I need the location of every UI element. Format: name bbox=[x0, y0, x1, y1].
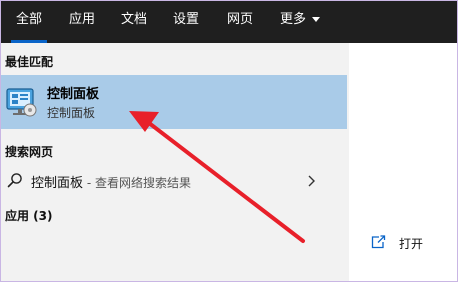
best-match-item[interactable]: 控制面板 控制面板 bbox=[1, 75, 347, 129]
tab-apps[interactable]: 应用 bbox=[57, 1, 107, 43]
tab-settings[interactable]: 设置 bbox=[161, 1, 211, 43]
web-search-separator: - bbox=[83, 176, 95, 190]
results-list: 最佳匹配 控制面板 控制面板 搜索网页 控制面板 - 查看网络搜索结果 应用 (… bbox=[1, 43, 347, 281]
tab-apps-label: 应用 bbox=[68, 12, 95, 27]
preview-panel: 打开 bbox=[349, 43, 457, 281]
web-search-result[interactable]: 控制面板 - 查看网络搜索结果 bbox=[1, 167, 347, 195]
search-icon bbox=[7, 173, 22, 188]
tab-documents[interactable]: 文档 bbox=[109, 1, 159, 43]
tab-all[interactable]: 全部 bbox=[5, 1, 53, 43]
control-panel-icon bbox=[6, 88, 37, 117]
tab-more-label: 更多 bbox=[279, 12, 306, 27]
open-label: 打开 bbox=[399, 237, 424, 251]
web-search-query: 控制面板 bbox=[31, 176, 84, 191]
section-best-match: 最佳匹配 bbox=[5, 55, 54, 69]
start-search-window: 全部 应用 文档 设置 网页 更多 最佳匹配 控制面板 控制面板 搜索网页 控制… bbox=[0, 0, 458, 282]
chevron-right-icon[interactable] bbox=[307, 175, 317, 187]
tab-documents-label: 文档 bbox=[120, 12, 147, 27]
tab-all-label: 全部 bbox=[15, 12, 42, 27]
tab-web[interactable]: 网页 bbox=[215, 1, 265, 43]
open-window-icon bbox=[371, 235, 386, 249]
tab-settings-label: 设置 bbox=[172, 12, 199, 27]
tab-web-label: 网页 bbox=[226, 12, 253, 27]
section-web-search: 搜索网页 bbox=[5, 145, 54, 159]
search-filter-tabs: 全部 应用 文档 设置 网页 更多 bbox=[1, 1, 457, 43]
section-apps: 应用 (3) bbox=[5, 209, 53, 223]
chevron-down-icon bbox=[312, 17, 320, 22]
tab-more[interactable]: 更多 bbox=[271, 1, 329, 43]
best-match-title: 控制面板 bbox=[47, 87, 100, 102]
web-search-hint: 查看网络搜索结果 bbox=[94, 176, 191, 190]
web-search-text: 控制面板 - 查看网络搜索结果 bbox=[31, 172, 191, 191]
best-match-subtitle: 控制面板 bbox=[47, 106, 96, 120]
